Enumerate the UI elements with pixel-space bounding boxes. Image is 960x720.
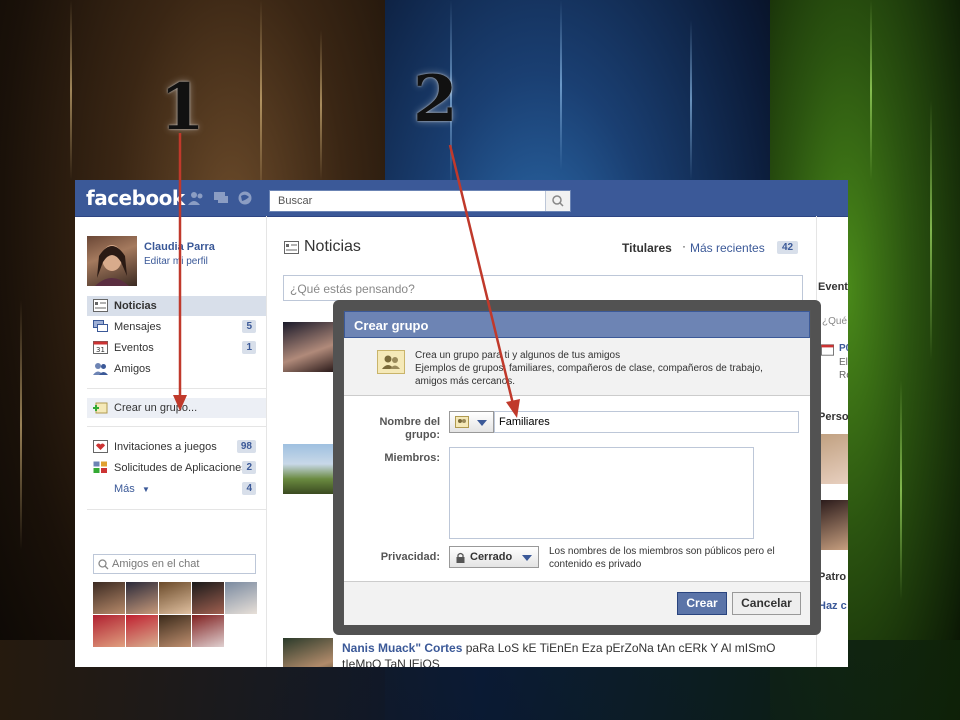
chat-friend-avatar[interactable]	[159, 582, 191, 614]
group-icon	[377, 350, 405, 374]
edit-profile-link[interactable]: Editar mi perfil	[144, 256, 208, 267]
people-heading: Perso	[818, 411, 848, 423]
more-count-badge: 4	[242, 482, 256, 495]
chat-friend-avatar[interactable]	[126, 582, 158, 614]
tab-mas-recientes[interactable]: Más recientes	[690, 241, 765, 255]
chevron-down-icon	[477, 420, 487, 426]
svg-text:31: 31	[96, 346, 105, 354]
left-sidebar: Claudia Parra Editar mi perfil Noticias …	[75, 216, 266, 667]
dialog-footer: Crear Cancelar	[344, 581, 810, 625]
news-feed-icon	[284, 241, 299, 254]
calendar-icon: 31	[93, 341, 108, 354]
app-requests-count-badge: 2	[242, 461, 256, 474]
nav-item-noticias[interactable]: Noticias	[87, 296, 266, 316]
chat-search-input[interactable]: Amigos en el chat	[93, 554, 256, 574]
dialog-info-line2: Ejemplos de grupos: familiares, compañer…	[415, 363, 763, 387]
suggestion-photo[interactable]	[819, 434, 848, 484]
privacy-note: Los nombres de los miembros son públicos…	[549, 546, 775, 570]
feed-avatar[interactable]	[283, 444, 333, 494]
app-requests-icon	[93, 461, 107, 473]
group-icon-picker[interactable]	[449, 411, 494, 433]
news-feed-icon	[93, 299, 108, 312]
profile-name[interactable]: Claudia Parra	[144, 241, 215, 253]
profile-photo[interactable]	[87, 236, 137, 286]
facebook-logo[interactable]: facebook	[86, 186, 185, 210]
sponsored-heading: Patro	[818, 571, 847, 583]
page-title: Noticias	[304, 238, 361, 255]
dialog-info-line1: Crea un grupo para ti y algunos de tus a…	[415, 350, 621, 361]
top-bar: facebook Buscar	[75, 180, 848, 217]
story-author-link[interactable]: Nanis Muack" Cortes	[342, 641, 462, 655]
chat-friend-avatar[interactable]	[126, 615, 158, 647]
feed-avatar[interactable]	[283, 322, 333, 372]
members-input[interactable]	[449, 447, 754, 539]
game-invites-count-badge: 98	[236, 440, 256, 453]
dialog-info: Crea un grupo para ti y algunos de tus a…	[344, 338, 810, 396]
events-count-badge: 1	[242, 341, 256, 354]
nav-item-app-requests[interactable]: Solicitudes de Aplicaciones 2	[87, 458, 266, 478]
suggestion-photo[interactable]	[819, 500, 848, 550]
messages-count-badge: 5	[242, 320, 256, 333]
members-label: Miembros:	[384, 452, 440, 464]
game-invites-icon	[93, 440, 108, 453]
friends-icon	[93, 363, 108, 375]
search-button[interactable]	[545, 191, 570, 211]
create-button[interactable]: Crear	[677, 592, 727, 615]
privacy-label: Privacidad:	[380, 551, 440, 563]
group-name-label: Nombre del grupo:	[379, 416, 440, 441]
chat-friend-avatar[interactable]	[225, 582, 257, 614]
create-group-dialog: Crear grupo Crea un grupo para ti y algu…	[333, 300, 821, 635]
search-icon	[98, 559, 109, 570]
messages-icon[interactable]	[213, 191, 229, 205]
create-group-link[interactable]: Crear un grupo...	[87, 398, 266, 418]
step-number-2: 2	[413, 62, 458, 137]
nav-item-mensajes[interactable]: Mensajes 5	[87, 317, 266, 337]
messages-icon	[93, 320, 108, 332]
create-group-icon	[93, 402, 108, 414]
chevron-down-icon: ▼	[142, 485, 150, 494]
chat-friend-avatar[interactable]	[192, 582, 224, 614]
recent-count-badge: 42	[777, 241, 799, 254]
nav-item-amigos[interactable]: Amigos	[87, 359, 266, 379]
search-input[interactable]: Buscar	[269, 190, 571, 212]
nav-item-game-invites[interactable]: Invitaciones a juegos 98	[87, 437, 266, 457]
chat-friend-avatar[interactable]	[93, 615, 125, 647]
more-link[interactable]: Más ▼ 4	[87, 479, 266, 499]
privacy-select[interactable]: Cerrado	[449, 546, 539, 568]
dialog-header: Crear grupo	[344, 311, 810, 338]
dialog-title: Crear grupo	[354, 318, 429, 333]
cancel-button[interactable]: Cancelar	[732, 592, 801, 615]
chevron-down-icon	[522, 555, 532, 561]
search-icon	[552, 195, 564, 207]
group-name-input[interactable]: Familiares	[494, 411, 799, 433]
chat-friend-avatar[interactable]	[159, 615, 191, 647]
tab-titulares[interactable]: Titulares	[622, 241, 672, 255]
step-number-1: 1	[160, 70, 205, 145]
notifications-icon[interactable]	[237, 191, 253, 205]
friend-requests-icon[interactable]	[188, 191, 204, 205]
feed-story: Nanis Muack" Cortes paRa LoS kE TiEnEn E…	[342, 640, 782, 667]
chat-friend-avatar[interactable]	[93, 582, 125, 614]
chat-friend-avatar[interactable]	[192, 615, 224, 647]
feed-avatar[interactable]	[283, 638, 333, 667]
calendar-icon	[821, 344, 834, 356]
lock-icon	[456, 552, 465, 563]
status-input[interactable]: ¿Qué estás pensando?	[283, 275, 803, 301]
events-heading: Event	[818, 281, 848, 293]
group-icon	[455, 416, 469, 428]
nav-item-eventos[interactable]: 31 Eventos 1	[87, 338, 266, 358]
